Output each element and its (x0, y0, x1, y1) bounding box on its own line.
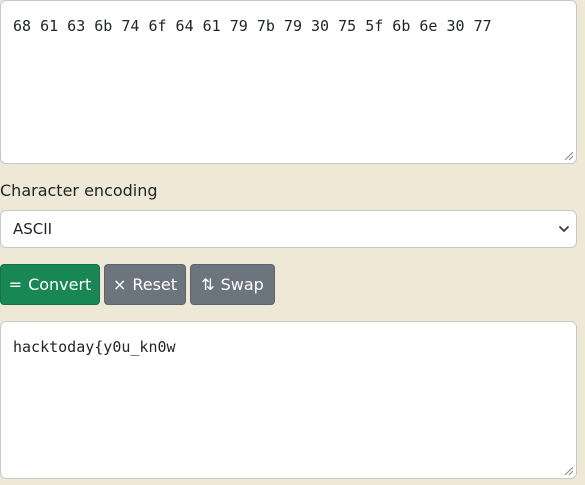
resize-grip-icon[interactable] (563, 465, 573, 475)
encoding-select-value: ASCII (13, 220, 53, 238)
reset-button-label: Reset (132, 275, 178, 294)
converter-page: 68 61 63 6b 74 6f 64 61 79 7b 79 30 75 5… (0, 0, 585, 485)
swap-button[interactable]: ⇅ Swap (190, 264, 275, 305)
equals-icon: = (8, 275, 23, 294)
hex-input-textarea[interactable]: 68 61 63 6b 74 6f 64 61 79 7b 79 30 75 5… (1, 1, 576, 163)
encoding-select[interactable]: ASCII (0, 210, 577, 248)
chevron-down-icon (559, 226, 569, 232)
input-textarea-container: 68 61 63 6b 74 6f 64 61 79 7b 79 30 75 5… (0, 0, 577, 164)
swap-button-label: Swap (220, 275, 264, 294)
resize-grip-icon[interactable] (563, 150, 573, 160)
text-output-textarea[interactable]: hacktoday{y0u_kn0w (1, 322, 576, 478)
swap-arrows-icon: ⇅ (201, 275, 215, 294)
output-textarea-container: hacktoday{y0u_kn0w (0, 321, 577, 479)
reset-button[interactable]: × Reset (104, 264, 186, 305)
convert-button[interactable]: = Convert (0, 264, 100, 305)
encoding-label: Character encoding (0, 181, 158, 200)
close-icon: × (112, 275, 127, 294)
convert-button-label: Convert (28, 275, 92, 294)
